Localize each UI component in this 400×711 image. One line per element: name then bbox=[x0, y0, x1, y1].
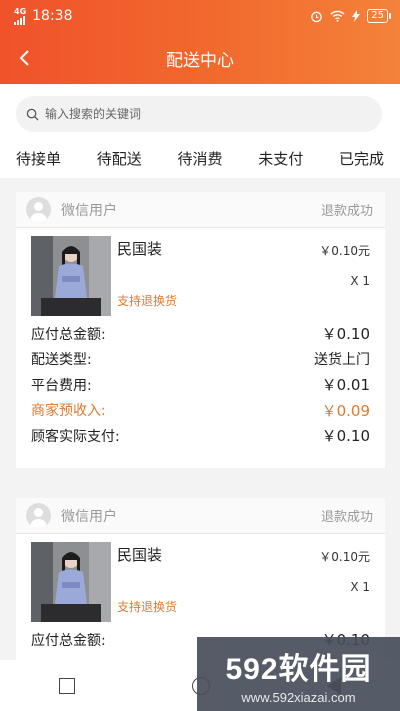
summary-row-merchant-income: 商家预收入: ￥0.09 bbox=[31, 398, 370, 424]
summary-label: 平台费用: bbox=[31, 377, 92, 394]
network-label: 4G bbox=[14, 6, 27, 16]
battery-icon: 25 bbox=[367, 9, 391, 23]
search-section bbox=[0, 84, 400, 138]
summary-label: 商家预收入: bbox=[31, 403, 106, 420]
status-bar: 4G 18:38 25 bbox=[0, 0, 400, 32]
order-status: 退款成功 bbox=[320, 204, 373, 219]
order-tabs: 待接单 待配送 待消费 未支付 已完成 bbox=[0, 138, 400, 178]
chevron-left-icon bbox=[19, 50, 29, 66]
avatar bbox=[26, 197, 51, 222]
summary-value: ￥0.10 bbox=[321, 325, 370, 344]
order-item[interactable]: 民国装 ￥0.10元 X 1 支持退换货 bbox=[16, 228, 385, 318]
summary-label: 应付总金额: bbox=[31, 632, 106, 649]
recent-apps-button[interactable] bbox=[58, 677, 75, 694]
order-item[interactable]: 民国装 ￥0.10元 X 1 支持退换货 bbox=[16, 534, 385, 624]
product-price: ￥0.10元 bbox=[319, 550, 370, 564]
avatar bbox=[26, 503, 51, 528]
customer-name: 微信用户 bbox=[61, 202, 117, 219]
summary-value: ￥0.10 bbox=[321, 427, 370, 446]
order-status: 退款成功 bbox=[320, 510, 373, 525]
tab-completed[interactable]: 已完成 bbox=[339, 148, 384, 169]
order-card[interactable]: 微信用户 退款成功 民国装 ￥0.10元 X 1 支持退换货 应付总金额: ￥0.… bbox=[16, 498, 385, 660]
summary-row: 平台费用: ￥0.01 bbox=[31, 372, 370, 398]
search-box[interactable] bbox=[16, 96, 382, 132]
order-summary: 应付总金额: ￥0.10 配送类型: 送货上门 平台费用: ￥0.01 商家预收入: ￥… bbox=[16, 318, 385, 449]
tab-pending-accept[interactable]: 待接单 bbox=[16, 148, 61, 169]
watermark: 592软件园 www.592xiazai.com bbox=[197, 637, 400, 711]
summary-row: 应付总金额: ￥0.10 bbox=[31, 321, 370, 347]
summary-label: 配送类型: bbox=[31, 352, 92, 369]
summary-value: ￥0.09 bbox=[321, 401, 370, 420]
alarm-icon bbox=[311, 11, 323, 22]
wifi-icon bbox=[330, 10, 345, 22]
watermark-brand: 592软件园 bbox=[225, 652, 372, 686]
app-header: 4G 18:38 25 配送中心 bbox=[0, 0, 400, 84]
product-image[interactable] bbox=[31, 542, 111, 622]
summary-label: 应付总金额: bbox=[31, 326, 106, 343]
product-image[interactable] bbox=[31, 236, 111, 316]
product-price: ￥0.10元 bbox=[319, 244, 370, 258]
tab-unpaid[interactable]: 未支付 bbox=[258, 148, 303, 169]
signal-icon bbox=[14, 15, 26, 25]
title-bar: 配送中心 bbox=[0, 32, 400, 84]
tab-pending-delivery[interactable]: 待配送 bbox=[97, 148, 142, 169]
product-name: 民国装 bbox=[117, 546, 163, 564]
order-card-header: 微信用户 退款成功 bbox=[16, 192, 385, 228]
search-input[interactable] bbox=[45, 107, 345, 121]
customer-name: 微信用户 bbox=[61, 508, 117, 525]
watermark-url: www.592xiazai.com bbox=[241, 689, 356, 705]
tab-pending-consume[interactable]: 待消费 bbox=[177, 148, 222, 169]
product-name: 民国装 bbox=[117, 240, 163, 258]
refund-support-tag: 支持退换货 bbox=[117, 294, 178, 308]
charging-icon bbox=[352, 10, 361, 22]
summary-value: 送货上门 bbox=[314, 352, 370, 369]
summary-row: 顾客实际支付: ￥0.10 bbox=[31, 423, 370, 449]
summary-row: 配送类型: 送货上门 bbox=[31, 347, 370, 373]
summary-value: ￥0.01 bbox=[321, 376, 370, 395]
back-button[interactable] bbox=[10, 44, 38, 72]
search-icon bbox=[26, 108, 39, 121]
page-title: 配送中心 bbox=[166, 50, 234, 70]
battery-level: 25 bbox=[371, 10, 384, 21]
refund-support-tag: 支持退换货 bbox=[117, 600, 178, 614]
order-card-header: 微信用户 退款成功 bbox=[16, 498, 385, 534]
order-card[interactable]: 微信用户 退款成功 民国装 ￥0.10元 X 1 支持退换货 应付总金额: ￥0.… bbox=[16, 192, 385, 468]
clock: 18:38 bbox=[32, 8, 73, 24]
product-quantity: X 1 bbox=[350, 274, 370, 288]
network-indicator: 4G bbox=[14, 6, 27, 25]
product-quantity: X 1 bbox=[350, 580, 370, 594]
summary-label: 顾客实际支付: bbox=[31, 428, 120, 445]
